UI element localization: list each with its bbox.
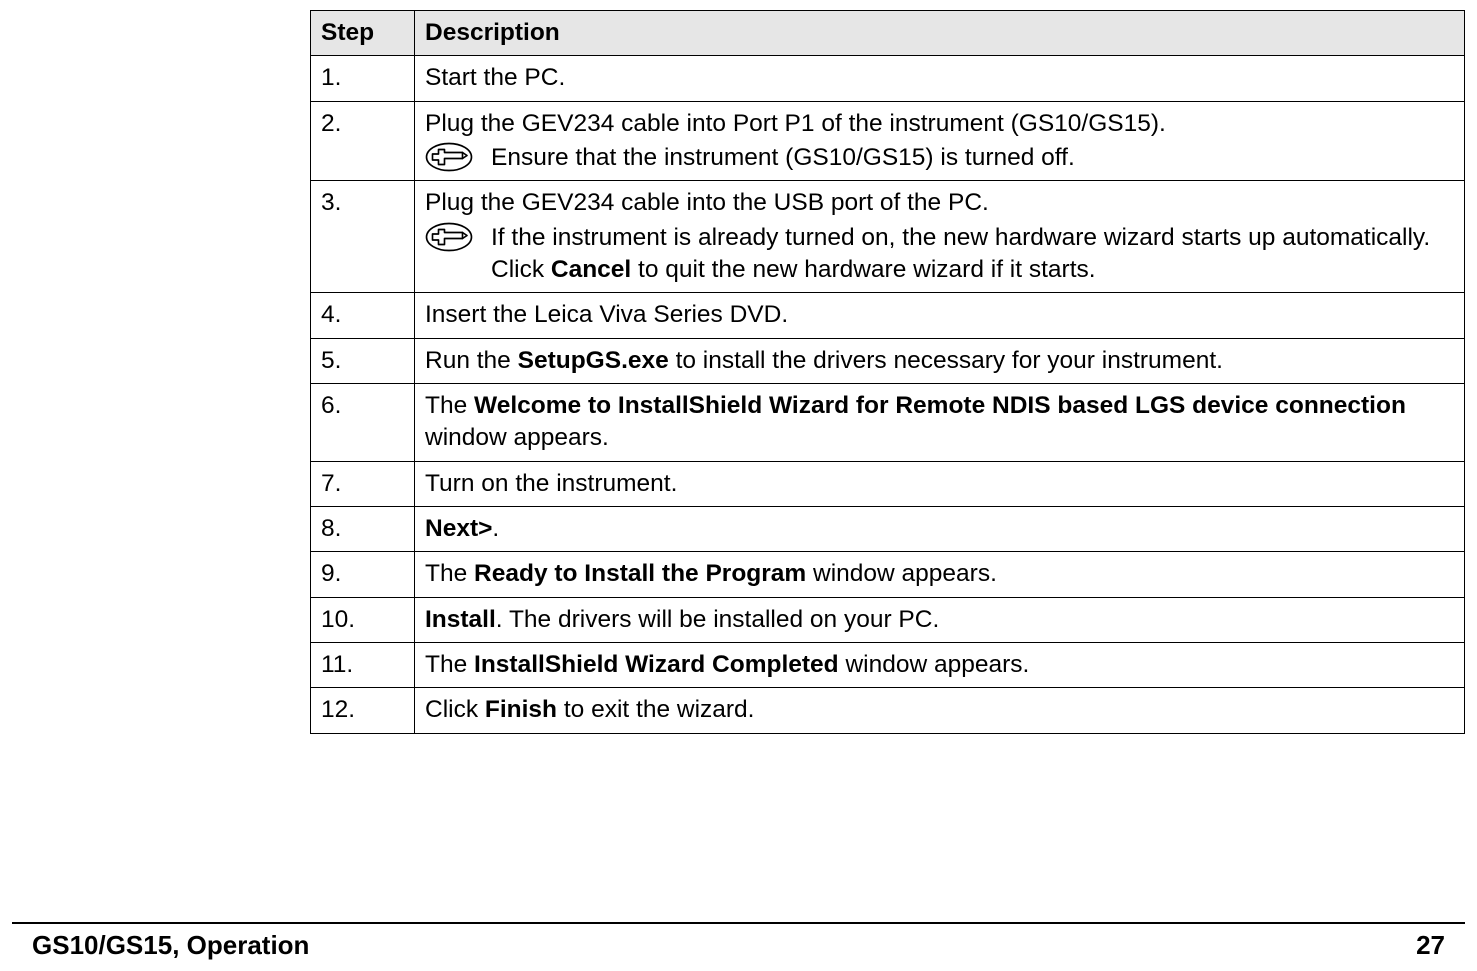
- text-part: to exit the wizard.: [557, 696, 754, 723]
- step-number: 4.: [311, 293, 415, 338]
- document-page: Step Description 1. Start the PC. 2. Plu…: [0, 0, 1477, 971]
- step-desc: Plug the GEV234 cable into the USB port …: [415, 181, 1465, 293]
- step-desc: Click Finish to exit the wizard.: [415, 688, 1465, 733]
- step-number: 3.: [311, 181, 415, 293]
- text-part: window appears.: [839, 651, 1030, 678]
- text-part: . The drivers will be installed on your …: [496, 606, 939, 633]
- table-row: 8. Next>.: [311, 506, 1465, 551]
- step-desc: The InstallShield Wizard Completed windo…: [415, 642, 1465, 687]
- steps-table: Step Description 1. Start the PC. 2. Plu…: [310, 10, 1465, 734]
- step-desc: The Welcome to InstallShield Wizard for …: [415, 383, 1465, 461]
- step-line: Plug the GEV234 cable into the USB port …: [425, 187, 1454, 219]
- header-step: Step: [311, 11, 415, 56]
- text-part: window appears.: [425, 424, 609, 451]
- text-part: The: [425, 651, 474, 678]
- pointing-hand-icon: [425, 142, 473, 172]
- text-part: .: [492, 515, 499, 542]
- text-part: Run the: [425, 347, 518, 374]
- table-row: 11. The InstallShield Wizard Completed w…: [311, 642, 1465, 687]
- step-number: 9.: [311, 552, 415, 597]
- text-part: The: [425, 392, 474, 419]
- step-desc: Next>.: [415, 506, 1465, 551]
- text-part: window appears.: [806, 560, 997, 587]
- table-row: 6. The Welcome to InstallShield Wizard f…: [311, 383, 1465, 461]
- note-text: Ensure that the instrument (GS10/GS15) i…: [491, 142, 1454, 174]
- step-number: 2.: [311, 101, 415, 181]
- footer-left: GS10/GS15, Operation: [32, 930, 309, 961]
- step-line: Plug the GEV234 cable into Port P1 of th…: [425, 108, 1454, 140]
- text-bold: Finish: [485, 696, 557, 723]
- table-row: 7. Turn on the instrument.: [311, 461, 1465, 506]
- step-number: 1.: [311, 56, 415, 101]
- step-desc: Start the PC.: [415, 56, 1465, 101]
- step-desc: Plug the GEV234 cable into Port P1 of th…: [415, 101, 1465, 181]
- step-number: 6.: [311, 383, 415, 461]
- text-bold: InstallShield Wizard Completed: [474, 651, 839, 678]
- table-row: 3. Plug the GEV234 cable into the USB po…: [311, 181, 1465, 293]
- step-number: 7.: [311, 461, 415, 506]
- pointing-hand-icon: [425, 222, 473, 252]
- step-number: 12.: [311, 688, 415, 733]
- note-text: If the instrument is already turned on, …: [491, 222, 1454, 287]
- text-part: Click: [425, 696, 485, 723]
- text-bold: Welcome to InstallShield Wizard for Remo…: [474, 392, 1406, 419]
- table-row: 12. Click Finish to exit the wizard.: [311, 688, 1465, 733]
- table-row: 4. Insert the Leica Viva Series DVD.: [311, 293, 1465, 338]
- note: Ensure that the instrument (GS10/GS15) i…: [425, 142, 1454, 174]
- step-desc: Install. The drivers will be installed o…: [415, 597, 1465, 642]
- step-desc: Turn on the instrument.: [415, 461, 1465, 506]
- header-desc: Description: [415, 11, 1465, 56]
- note-bold: Cancel: [551, 256, 631, 283]
- step-desc: Run the SetupGS.exe to install the drive…: [415, 338, 1465, 383]
- steps-table-container: Step Description 1. Start the PC. 2. Plu…: [310, 10, 1465, 734]
- step-desc: The Ready to Install the Program window …: [415, 552, 1465, 597]
- table-row: 10. Install. The drivers will be install…: [311, 597, 1465, 642]
- text-bold: Install: [425, 606, 496, 633]
- page-footer: GS10/GS15, Operation 27: [12, 922, 1465, 961]
- table-row: 1. Start the PC.: [311, 56, 1465, 101]
- text-part: The: [425, 560, 474, 587]
- text-bold: SetupGS.exe: [518, 347, 669, 374]
- step-number: 10.: [311, 597, 415, 642]
- text-bold: Next>: [425, 515, 492, 542]
- table-row: 2. Plug the GEV234 cable into Port P1 of…: [311, 101, 1465, 181]
- step-number: 5.: [311, 338, 415, 383]
- text-part: to install the drivers necessary for you…: [669, 347, 1223, 374]
- footer-page-number: 27: [1416, 930, 1445, 961]
- table-row: 9. The Ready to Install the Program wind…: [311, 552, 1465, 597]
- step-number: 11.: [311, 642, 415, 687]
- note-part: to quit the new hardware wizard if it st…: [631, 256, 1095, 283]
- step-desc: Insert the Leica Viva Series DVD.: [415, 293, 1465, 338]
- step-number: 8.: [311, 506, 415, 551]
- text-bold: Ready to Install the Program: [474, 560, 806, 587]
- table-row: 5. Run the SetupGS.exe to install the dr…: [311, 338, 1465, 383]
- table-header-row: Step Description: [311, 11, 1465, 56]
- note: If the instrument is already turned on, …: [425, 222, 1454, 287]
